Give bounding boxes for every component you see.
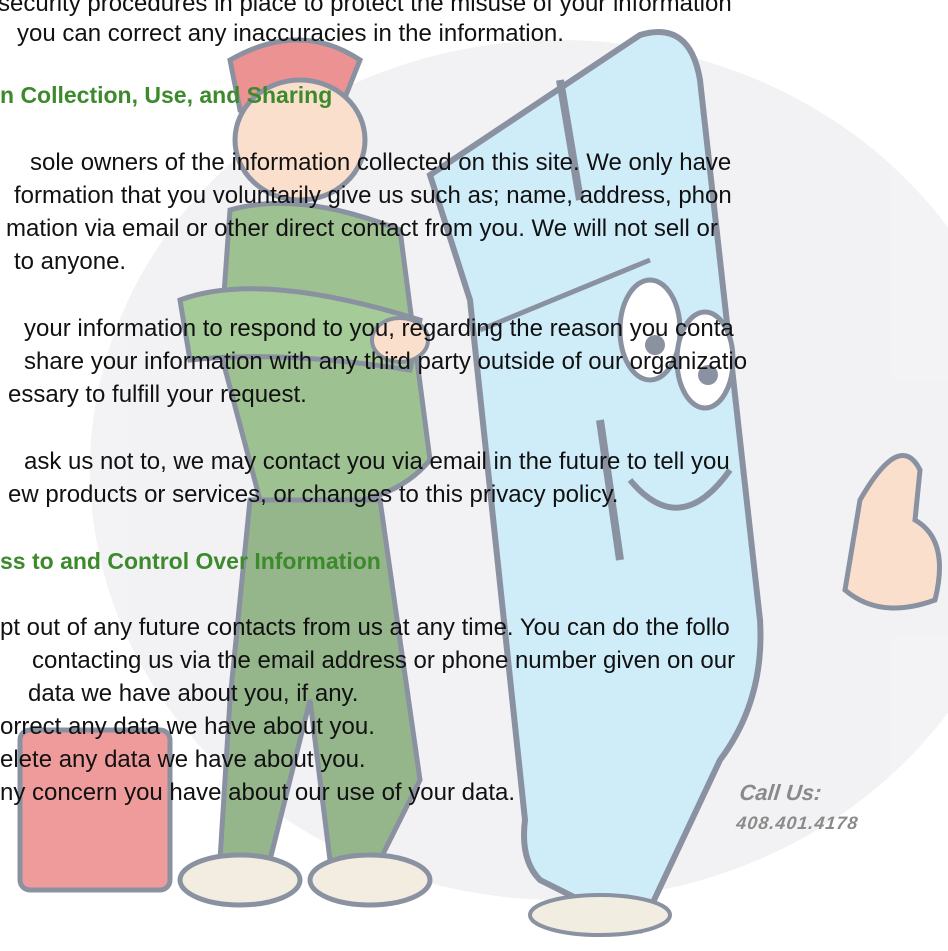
section-heading-collection: n Collection, Use, and Sharing [0, 82, 333, 108]
paragraph-line: pt out of any future contacts from us at… [0, 614, 730, 641]
list-item: elete any data we have about you. [0, 746, 366, 773]
call-us-block: Call Us: 408.401.4178 [735, 778, 863, 838]
paragraph-line: ask us not to, we may contact you via em… [24, 448, 730, 475]
list-item: ny concern you have about our use of you… [0, 779, 516, 806]
paragraph-line: formation that you voluntarily give us s… [14, 182, 732, 209]
paragraph-line: your information to respond to you, rega… [24, 315, 734, 342]
paragraph-line: share your information with any third pa… [24, 348, 748, 375]
paragraph-line: security procedures in place to protect … [0, 0, 732, 17]
phone-number[interactable]: 408.401.4178 [735, 808, 860, 838]
paragraph-line: contacting us via the email address or p… [32, 647, 736, 674]
paragraph-line: sole owners of the information collected… [30, 149, 732, 176]
section-heading-access: ss to and Control Over Information [0, 548, 381, 574]
paragraph-line: ew products or services, or changes to t… [8, 481, 619, 508]
paragraph-line: essary to fulfill your request. [8, 381, 307, 408]
call-us-label: Call Us: [738, 780, 823, 805]
paragraph-line: you can correct any inaccuracies in the … [17, 20, 564, 47]
paragraph-line: to anyone. [14, 248, 127, 275]
list-item: orrect any data we have about you. [0, 713, 375, 740]
paragraph-line: mation via email or other direct contact… [6, 215, 718, 242]
list-item: data we have about you, if any. [28, 680, 359, 707]
